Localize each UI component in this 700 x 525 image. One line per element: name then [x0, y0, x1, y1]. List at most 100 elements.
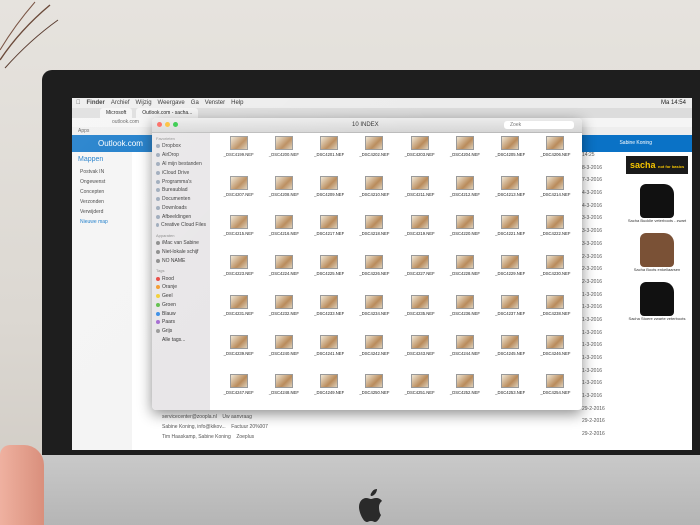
file-item[interactable]: _DSC4230.NEF: [533, 255, 578, 289]
file-item[interactable]: _DSC4208.NEF: [261, 175, 306, 210]
menu-archief[interactable]: Archief: [111, 98, 130, 108]
file-item[interactable]: _DSC4241.NEF: [307, 334, 352, 369]
menubar-clock[interactable]: Ma 14:54: [661, 98, 692, 108]
close-icon[interactable]: [157, 122, 162, 127]
sidebar-item-favorite[interactable]: Programma's: [152, 177, 210, 186]
file-item[interactable]: _DSC4210.NEF: [352, 175, 397, 210]
file-item[interactable]: _DSC4220.NEF: [442, 215, 487, 249]
file-item[interactable]: _DSC4249.NEF: [307, 374, 352, 408]
sidebar-item-device[interactable]: NO NAME: [152, 256, 210, 265]
sidebar-item-device[interactable]: iMac van Sabine: [152, 239, 210, 248]
file-item[interactable]: _DSC4248.NEF: [261, 374, 306, 408]
file-item[interactable]: _DSC4234.NEF: [352, 294, 397, 329]
sidebar-item-favorite[interactable]: Al mijn bestanden: [152, 160, 210, 169]
minimize-icon[interactable]: [165, 122, 170, 127]
sidebar-item-tag[interactable]: Alle tags...: [152, 336, 210, 345]
mail-row[interactable]: servicecenter@zoopla.nl Uw aanvraag: [162, 414, 252, 420]
file-item[interactable]: _DSC4218.NEF: [352, 215, 397, 249]
sacha-logo[interactable]: sacha not for basics: [626, 156, 688, 174]
file-item[interactable]: _DSC4206.NEF: [533, 136, 578, 170]
file-item[interactable]: _DSC4245.NEF: [488, 334, 533, 369]
mail-row[interactable]: Tim Haaskamp, Sabine Koning Zoeplus: [162, 434, 254, 440]
file-item[interactable]: _DSC4236.NEF: [442, 294, 487, 329]
file-item[interactable]: _DSC4213.NEF: [488, 175, 533, 210]
bookmark-apps[interactable]: Apps: [78, 128, 89, 134]
file-item[interactable]: _DSC4205.NEF: [488, 136, 533, 170]
sidebar-item-tag[interactable]: Oranje: [152, 283, 210, 292]
file-item[interactable]: _DSC4254.NEF: [533, 374, 578, 408]
sidebar-item-favorite[interactable]: Downloads: [152, 203, 210, 212]
file-item[interactable]: _DSC4214.NEF: [533, 175, 578, 210]
file-item[interactable]: _DSC4222.NEF: [533, 215, 578, 249]
folder-item[interactable]: Nieuwe map: [72, 217, 132, 227]
sidebar-item-favorite[interactable]: AirDrop: [152, 151, 210, 160]
sidebar-item-favorite[interactable]: Documenten: [152, 195, 210, 204]
file-item[interactable]: _DSC4215.NEF: [216, 215, 261, 249]
file-item[interactable]: _DSC4235.NEF: [397, 294, 442, 329]
file-item[interactable]: _DSC4228.NEF: [442, 255, 487, 289]
file-item[interactable]: _DSC4200.NEF: [261, 136, 306, 170]
sidebar-item-tag[interactable]: Groen: [152, 301, 210, 310]
mail-row[interactable]: Sabine Koning, info@kikov... Factuur 20%…: [162, 424, 268, 430]
menu-help[interactable]: Help: [231, 98, 243, 108]
file-item[interactable]: _DSC4211.NEF: [397, 175, 442, 210]
browser-tab[interactable]: Microsoft: [100, 108, 133, 118]
menu-ga[interactable]: Ga: [191, 98, 199, 108]
boot-image[interactable]: [640, 282, 674, 316]
file-item[interactable]: _DSC4226.NEF: [352, 255, 397, 289]
ad-product[interactable]: Sacha Bucklie veterboots - zwart: [622, 218, 692, 223]
file-item[interactable]: _DSC4209.NEF: [307, 175, 352, 210]
sidebar-item-favorite[interactable]: iCloud Drive: [152, 168, 210, 177]
sidebar-item-tag[interactable]: Geel: [152, 292, 210, 301]
file-item[interactable]: _DSC4199.NEF: [216, 136, 261, 170]
sidebar-item-tag[interactable]: Rood: [152, 274, 210, 283]
sidebar-item-device[interactable]: Niet-lokale schijf: [152, 248, 210, 257]
sidebar-item-tag[interactable]: Grijs: [152, 327, 210, 336]
file-item[interactable]: _DSC4221.NEF: [488, 215, 533, 249]
folder-item[interactable]: Ongewenst: [72, 177, 132, 187]
file-item[interactable]: _DSC4224.NEF: [261, 255, 306, 289]
zoom-icon[interactable]: [173, 122, 178, 127]
sidebar-item-tag[interactable]: Blauw: [152, 309, 210, 318]
menu-finder[interactable]: Finder: [87, 98, 105, 108]
sidebar-item-favorite[interactable]: Creative Cloud Files: [152, 221, 210, 230]
file-item[interactable]: _DSC4219.NEF: [397, 215, 442, 249]
menu-weergave[interactable]: Weergave: [158, 98, 185, 108]
file-item[interactable]: _DSC4238.NEF: [533, 294, 578, 329]
file-item[interactable]: _DSC4227.NEF: [397, 255, 442, 289]
folder-item[interactable]: Verwijderd: [72, 207, 132, 217]
file-item[interactable]: _DSC4231.NEF: [216, 294, 261, 329]
file-item[interactable]: _DSC4244.NEF: [442, 334, 487, 369]
file-item[interactable]: _DSC4203.NEF: [397, 136, 442, 170]
file-item[interactable]: _DSC4225.NEF: [307, 255, 352, 289]
boot-image[interactable]: [640, 184, 674, 218]
browser-tab[interactable]: Outlook.com - sacha...: [136, 108, 199, 118]
sidebar-item-favorite[interactable]: Dropbox: [152, 142, 210, 151]
file-item[interactable]: _DSC4202.NEF: [352, 136, 397, 170]
ad-product[interactable]: Sacha Boots enkellaarsen: [622, 267, 692, 272]
folder-item[interactable]: Postvak IN: [72, 167, 132, 177]
file-item[interactable]: _DSC4207.NEF: [216, 175, 261, 210]
file-item[interactable]: _DSC4237.NEF: [488, 294, 533, 329]
file-item[interactable]: _DSC4253.NEF: [488, 374, 533, 408]
sidebar-item-favorite[interactable]: Bureaublad: [152, 186, 210, 195]
file-item[interactable]: _DSC4250.NEF: [352, 374, 397, 408]
sidebar-item-tag[interactable]: Paars: [152, 318, 210, 327]
folder-item[interactable]: Concepten: [72, 187, 132, 197]
menu-venster[interactable]: Venster: [205, 98, 225, 108]
ad-product[interactable]: Sacha Stoere zwarte veterboots: [622, 316, 692, 321]
file-item[interactable]: _DSC4240.NEF: [261, 334, 306, 369]
file-item[interactable]: _DSC4204.NEF: [442, 136, 487, 170]
folder-item[interactable]: Verzonden: [72, 197, 132, 207]
file-item[interactable]: _DSC4242.NEF: [352, 334, 397, 369]
apple-menu-icon[interactable]: : [76, 98, 81, 108]
file-item[interactable]: _DSC4217.NEF: [307, 215, 352, 249]
file-item[interactable]: _DSC4247.NEF: [216, 374, 261, 408]
file-item[interactable]: _DSC4201.NEF: [307, 136, 352, 170]
file-item[interactable]: _DSC4216.NEF: [261, 215, 306, 249]
menu-wijzig[interactable]: Wijzig: [136, 98, 152, 108]
file-item[interactable]: _DSC4243.NEF: [397, 334, 442, 369]
file-item[interactable]: _DSC4246.NEF: [533, 334, 578, 369]
file-item[interactable]: _DSC4251.NEF: [397, 374, 442, 408]
file-item[interactable]: _DSC4252.NEF: [442, 374, 487, 408]
